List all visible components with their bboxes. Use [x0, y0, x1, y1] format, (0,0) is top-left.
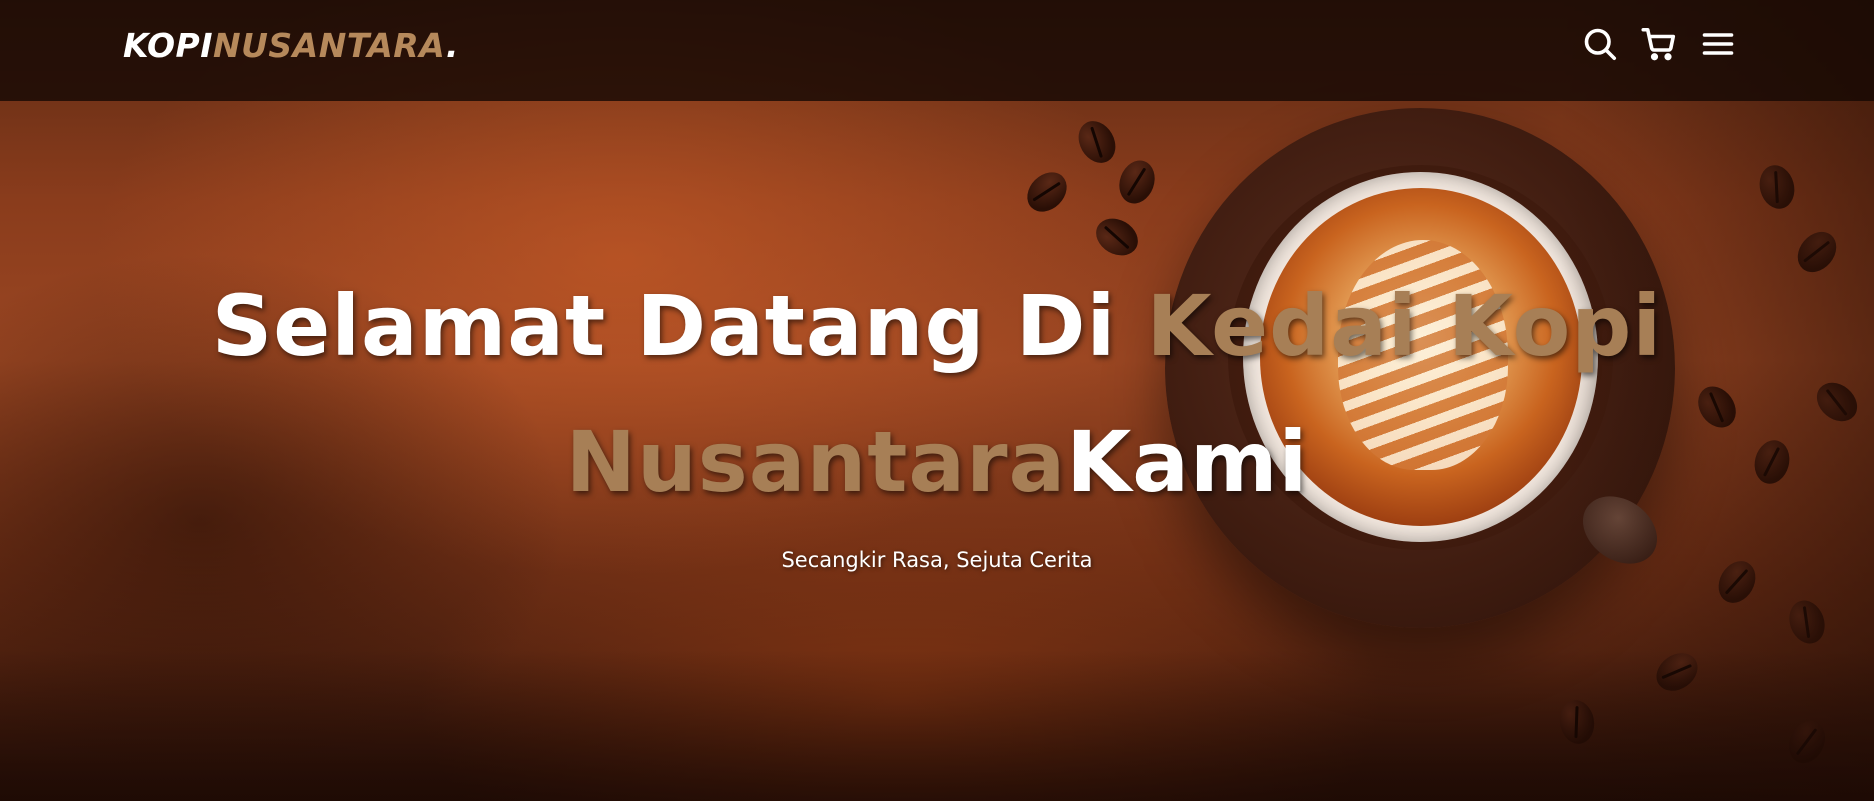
logo-part-kopi: KOPI: [123, 26, 213, 65]
cart-button[interactable]: [1639, 24, 1679, 64]
coffee-bean-decoration: [1071, 114, 1123, 170]
navbar-icons: [1580, 24, 1740, 64]
menu-icon: [1702, 33, 1734, 55]
menu-button[interactable]: [1698, 24, 1738, 64]
headline-kami: Kami: [1066, 413, 1309, 511]
headline-kedai-kopi: Kedai Kopi: [1146, 277, 1663, 375]
search-icon: [1584, 28, 1617, 61]
headline-nusantara: Nusantara: [565, 413, 1067, 511]
coffee-bean-decoration: [1089, 211, 1145, 263]
site-logo[interactable]: KOPINUSANTARA.: [123, 26, 459, 65]
logo-part-nusantara: NUSANTARA: [212, 26, 446, 65]
hero-headline: Selamat Datang Di Kedai Kopi NusantaraKa…: [0, 258, 1874, 530]
hero-tagline: Secangkir Rasa, Sejuta Cerita: [781, 548, 1093, 572]
headline-welcome: Selamat Datang Di: [211, 277, 1147, 375]
logo-dot: .: [445, 26, 459, 65]
coffee-bean-decoration: [1019, 164, 1075, 220]
coffee-bean-decoration: [1113, 155, 1161, 209]
bottom-shade-overlay: [0, 650, 1874, 801]
search-button[interactable]: [1580, 24, 1620, 64]
navbar: KOPINUSANTARA.: [0, 0, 1874, 101]
cart-icon: [1641, 27, 1676, 61]
hero-content: Selamat Datang Di Kedai Kopi NusantaraKa…: [0, 258, 1874, 572]
